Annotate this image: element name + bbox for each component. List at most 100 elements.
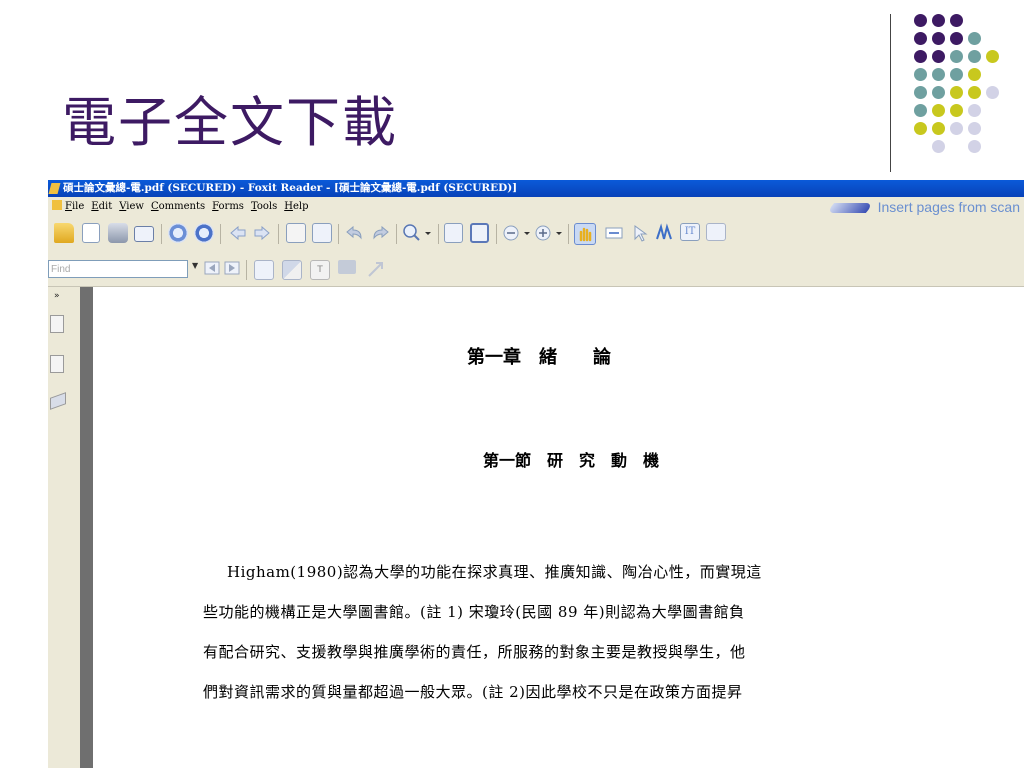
menu-forms[interactable]: Forms (212, 197, 244, 216)
menu-comments[interactable]: Comments (151, 197, 205, 216)
select-icon[interactable] (630, 223, 650, 243)
print-icon[interactable] (108, 223, 128, 243)
forward-icon[interactable] (252, 223, 272, 243)
typewriter-icon[interactable]: IT (680, 223, 700, 241)
note-icon[interactable]: T (310, 260, 330, 280)
expand-icon[interactable]: » (54, 291, 60, 301)
toolbar-separator (338, 224, 339, 244)
hand-tool-icon[interactable] (574, 223, 596, 245)
save-icon[interactable] (82, 223, 100, 243)
menu-help[interactable]: Help (284, 197, 308, 216)
panel-gutter[interactable] (80, 287, 93, 768)
decorative-dot (950, 86, 963, 99)
paragraph-line: 有配合研究、支援教學與推廣學術的責任，所服務的對象主要是教授與學生，他 (203, 643, 746, 661)
decorative-dot (932, 68, 945, 81)
decorative-dot (968, 32, 981, 45)
decorative-dot (950, 122, 963, 135)
main-toolbar: IT (48, 216, 1024, 252)
fit-page-icon[interactable] (444, 223, 463, 243)
chevron-down-icon[interactable]: ▼ (192, 261, 198, 270)
snapshot-icon[interactable] (654, 223, 674, 243)
decorative-dot (950, 104, 963, 117)
promo-banner[interactable]: Insert pages from scan (825, 197, 1020, 216)
image-icon[interactable] (706, 223, 726, 241)
toolbar-separator (438, 224, 439, 244)
decorative-dot (986, 86, 999, 99)
promo-text: Insert pages from scan (877, 199, 1020, 215)
select-text-icon[interactable] (604, 223, 624, 243)
redo-icon[interactable] (370, 223, 390, 243)
menu-file[interactable]: File (65, 197, 84, 216)
toolbar-separator (246, 260, 247, 280)
decorative-dot (968, 104, 981, 117)
app-icon (48, 183, 61, 194)
zoom-icon[interactable] (402, 223, 431, 243)
open-icon[interactable] (54, 223, 74, 243)
comment-tool-icon[interactable] (254, 260, 274, 280)
toolbar-separator (568, 224, 569, 244)
comment-icon[interactable] (338, 260, 356, 274)
decorative-dot (914, 14, 927, 27)
find-bar: Find ▼ T (48, 252, 1024, 287)
divider-line (890, 14, 891, 172)
decorative-dot (932, 14, 945, 27)
decorative-dot (950, 68, 963, 81)
decorative-dot (986, 50, 999, 63)
fit-width-icon[interactable] (470, 223, 489, 243)
pages-icon[interactable] (50, 355, 64, 373)
find-prev-icon[interactable] (204, 260, 220, 276)
decorative-dot (950, 50, 963, 63)
find-next-icon[interactable] (224, 260, 240, 276)
insert-pages-icon[interactable] (312, 223, 332, 243)
zoom-out-icon[interactable] (502, 223, 530, 243)
toolbar-separator (161, 224, 162, 244)
back-icon[interactable] (228, 223, 248, 243)
toolbar-separator (278, 224, 279, 244)
menu-tools[interactable]: Tools (251, 197, 277, 216)
chapter-heading: 第一章 緒 論 (467, 347, 611, 368)
decorative-dot (950, 32, 963, 45)
menu-view[interactable]: View (119, 197, 144, 216)
zoom-in-icon[interactable] (534, 223, 562, 243)
decorative-dot (968, 86, 981, 99)
find-input[interactable]: Find (48, 260, 188, 278)
highlight-icon[interactable] (282, 260, 302, 280)
foxit-reader-window: 碩士論文彙總-電.pdf (SECURED) - Foxit Reader - … (48, 180, 1024, 768)
menu-edit[interactable]: Edit (91, 197, 112, 216)
decorative-dot (950, 14, 963, 27)
decorative-dot (914, 32, 927, 45)
decorative-dot (914, 68, 927, 81)
section-heading: 第一節 研 究 動 機 (483, 451, 660, 470)
pdf-page: 第一章 緒 論 第一節 研 究 動 機 Higham(1980)認為大學的功能在… (93, 287, 1024, 768)
decorative-dot (932, 86, 945, 99)
decorative-dot (968, 68, 981, 81)
decorative-dot (932, 140, 945, 153)
pencil-icon[interactable] (366, 260, 386, 280)
paragraph-line: Higham(1980)認為大學的功能在探求真理、推廣知識、陶冶心性，而實現這 (227, 563, 762, 581)
decorative-dot (932, 32, 945, 45)
toolbar-separator (396, 224, 397, 244)
window-title: 碩士論文彙總-電.pdf (SECURED) - Foxit Reader - … (63, 182, 518, 194)
decorative-dot (914, 50, 927, 63)
decorative-dot (914, 104, 927, 117)
decorative-dot (968, 140, 981, 153)
paragraph-line: 些功能的機構正是大學圖書館。(註 1) 宋瓊玲(民國 89 年)則認為大學圖書館… (203, 603, 745, 621)
layers-icon[interactable] (50, 392, 66, 410)
email-icon[interactable] (134, 226, 154, 242)
toolbar-separator (220, 224, 221, 244)
decorative-dot (932, 104, 945, 117)
left-panel: » (48, 287, 80, 768)
decorative-dot (968, 122, 981, 135)
window-titlebar[interactable]: 碩士論文彙總-電.pdf (SECURED) - Foxit Reader - … (48, 180, 1024, 197)
decorative-dot (932, 50, 945, 63)
page-down-icon[interactable] (194, 223, 214, 243)
bookmark-icon[interactable] (50, 315, 64, 333)
decorative-dots (906, 14, 1024, 164)
decorative-dot (968, 50, 981, 63)
page-up-icon[interactable] (168, 223, 188, 243)
doc-icon (52, 200, 62, 210)
slide-title: 電子全文下載 (62, 91, 398, 154)
paragraph-line: 們對資訊需求的質與量都超過一般大眾。(註 2)因此學校不只是在政策方面提昇 (203, 683, 743, 701)
extract-icon[interactable] (286, 223, 306, 243)
undo-icon[interactable] (345, 223, 365, 243)
